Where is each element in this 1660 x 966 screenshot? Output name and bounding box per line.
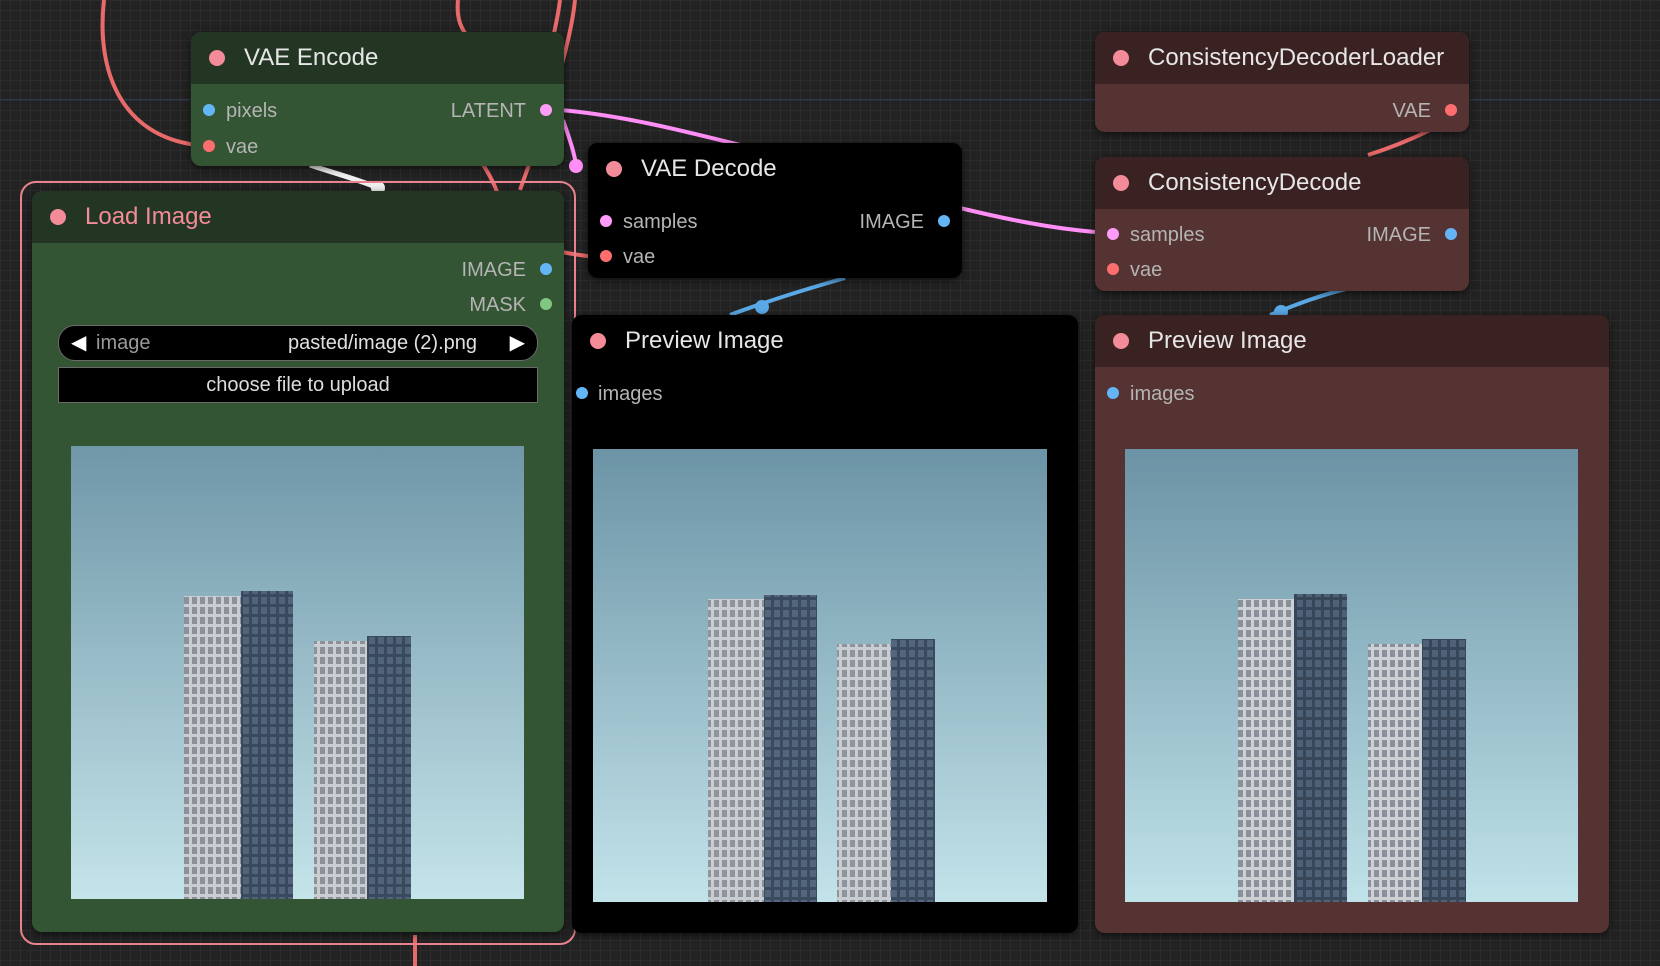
image-output-slot[interactable]: [1445, 228, 1457, 240]
latent-wire-3: [959, 206, 1096, 234]
latent-wire-2: [561, 119, 578, 167]
node-title-bar[interactable]: ConsistencyDecode: [1095, 157, 1469, 209]
latent-wire-1: [559, 108, 741, 147]
combo-left-arrow[interactable]: ◀: [71, 326, 86, 360]
node-title: Preview Image: [1148, 327, 1307, 354]
vae-decode-node[interactable]: VAE Decode samples vae IMAGE: [588, 143, 962, 278]
node-title: ConsistencyDecode: [1148, 169, 1362, 196]
node-title-bar[interactable]: Preview Image: [572, 315, 1078, 367]
latent-output-label: LATENT: [450, 100, 526, 122]
combo-right-arrow[interactable]: ▶: [510, 326, 525, 360]
consistency-decode-node[interactable]: ConsistencyDecode samples vae IMAGE: [1095, 157, 1469, 291]
node-title: Load Image: [85, 203, 212, 230]
node-title: VAE Decode: [641, 155, 777, 182]
mask-output-label: MASK: [469, 294, 526, 316]
node-title: VAE Encode: [244, 44, 379, 71]
images-input-slot[interactable]: [1107, 387, 1119, 399]
node-title-bar[interactable]: VAE Decode: [588, 143, 962, 195]
latent-output-slot[interactable]: [540, 104, 552, 116]
collapse-dot[interactable]: [606, 161, 622, 177]
mask-output-slot[interactable]: [540, 298, 552, 310]
image-output-label: IMAGE: [1366, 224, 1431, 246]
images-input-slot[interactable]: [576, 387, 588, 399]
building-photo: [71, 446, 524, 899]
collapse-dot[interactable]: [1113, 50, 1129, 66]
pixels-input-label: pixels: [226, 100, 278, 122]
image-combo-widget[interactable]: ◀ image pasted/image (2).png ▶: [58, 325, 538, 361]
loaded-image-preview: [71, 446, 524, 899]
vae-input-slot[interactable]: [1107, 263, 1119, 275]
latent-wire-dot: [569, 159, 583, 173]
image-wire-dot-1: [755, 300, 769, 314]
image-output-label: IMAGE: [461, 259, 526, 281]
collapse-dot[interactable]: [209, 50, 225, 66]
combo-label: image: [96, 332, 151, 354]
consistency-decoded-image-preview: [1125, 449, 1578, 902]
vae-input-label: vae: [623, 246, 656, 268]
image-wire-1: [729, 276, 846, 317]
preview-image-node-2[interactable]: Preview Image images: [1095, 315, 1609, 933]
building-photo: [593, 449, 1047, 902]
vae-output-label: VAE: [1392, 100, 1431, 122]
samples-input-label: samples: [1130, 224, 1205, 246]
images-input-label: images: [1130, 383, 1195, 405]
samples-input-slot[interactable]: [1107, 228, 1119, 240]
node-title-bar[interactable]: Preview Image: [1095, 315, 1609, 367]
samples-input-slot[interactable]: [600, 215, 612, 227]
image-output-slot[interactable]: [540, 263, 552, 275]
vae-input-label: vae: [1130, 259, 1163, 281]
choose-file-button[interactable]: choose file to upload: [58, 367, 538, 403]
collapse-dot[interactable]: [1113, 175, 1129, 191]
node-title-bar[interactable]: VAE Encode: [191, 32, 564, 84]
consistency-decoder-loader-node[interactable]: ConsistencyDecoderLoader VAE: [1095, 32, 1469, 132]
vae-input-slot[interactable]: [203, 140, 215, 152]
decoded-image-preview: [593, 449, 1047, 902]
node-title-bar[interactable]: Load Image: [32, 191, 564, 243]
preview-image-node-1[interactable]: Preview Image images: [572, 315, 1078, 933]
load-image-node[interactable]: Load Image IMAGE MASK ◀ image pasted/ima…: [32, 191, 564, 932]
image-output-slot[interactable]: [938, 215, 950, 227]
collapse-dot[interactable]: [590, 333, 606, 349]
pixels-input-slot[interactable]: [203, 104, 215, 116]
vae-wire-8: [1367, 128, 1431, 157]
images-input-label: images: [598, 383, 663, 405]
building-photo: [1125, 449, 1578, 902]
node-title-bar[interactable]: ConsistencyDecoderLoader: [1095, 32, 1469, 84]
node-title: ConsistencyDecoderLoader: [1148, 44, 1445, 71]
samples-input-label: samples: [623, 211, 698, 233]
vae-input-slot[interactable]: [600, 250, 612, 262]
image-output-label: IMAGE: [859, 211, 924, 233]
collapse-dot[interactable]: [50, 209, 66, 225]
vae-output-slot[interactable]: [1445, 104, 1457, 116]
node-title: Preview Image: [625, 327, 784, 354]
vae-encode-node[interactable]: VAE Encode pixels vae LATENT: [191, 32, 564, 166]
combo-value: pasted/image (2).png: [287, 332, 477, 354]
vae-input-label: vae: [226, 136, 259, 158]
collapse-dot[interactable]: [1113, 333, 1129, 349]
